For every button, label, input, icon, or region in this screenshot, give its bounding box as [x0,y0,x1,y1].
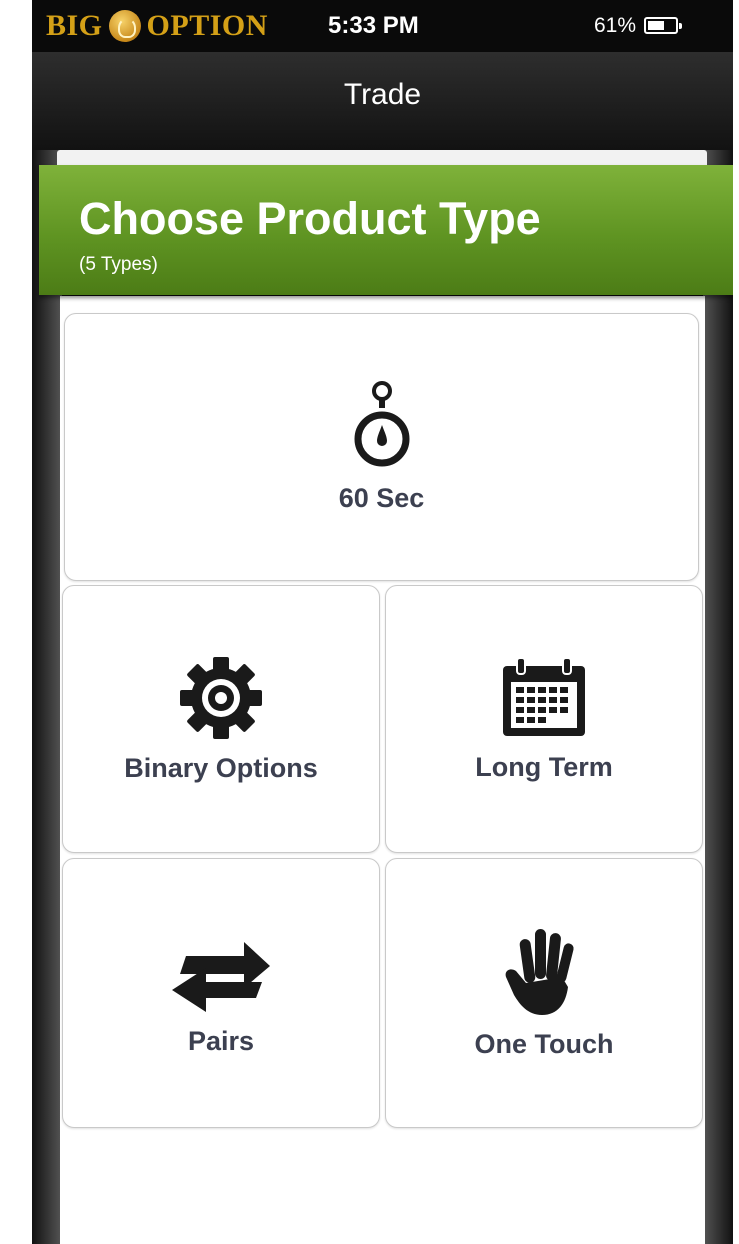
product-label: Binary Options [124,752,318,783]
product-tile-binary-options[interactable]: Binary Options [62,585,380,853]
product-tile-60-sec[interactable]: 60 Sec [64,313,699,581]
banner-subtitle: (5 Types) [79,254,158,275]
product-label: One Touch [474,1028,614,1059]
product-label: Pairs [187,1025,255,1056]
brand-coin-icon [108,10,141,42]
battery-icon [644,17,682,34]
banner-title: Choose Product Type [79,193,541,244]
brand-text-right: OPTION [146,9,268,42]
gear-icon [180,656,262,739]
product-tile-long-term[interactable]: Long Term [385,585,703,853]
swap-arrows-icon [172,941,270,1012]
app-screen: BIG OPTION 5:33 PM 61% Trade Choose Prod… [32,0,733,1244]
battery-percent: 61% [594,14,637,37]
product-tile-pairs[interactable]: Pairs [62,858,380,1128]
status-time: 5:33 PM [328,12,419,39]
product-label: 60 Sec [338,482,425,513]
hand-icon [505,928,574,1015]
brand-logo: BIG OPTION [46,6,268,46]
status-bar: BIG OPTION 5:33 PM 61% [32,0,733,52]
stopwatch-icon [354,380,409,466]
product-tile-one-touch[interactable]: One Touch [385,858,703,1128]
nav-bar: Trade [32,52,733,150]
nav-title: Trade [343,78,422,111]
calendar-icon [503,656,585,736]
product-label: Long Term [475,751,613,782]
right-shade [703,150,733,1244]
brand-text-left: BIG [46,9,103,42]
product-type-banner: Choose Product Type (5 Types) [39,165,733,295]
left-shade [32,150,62,1244]
